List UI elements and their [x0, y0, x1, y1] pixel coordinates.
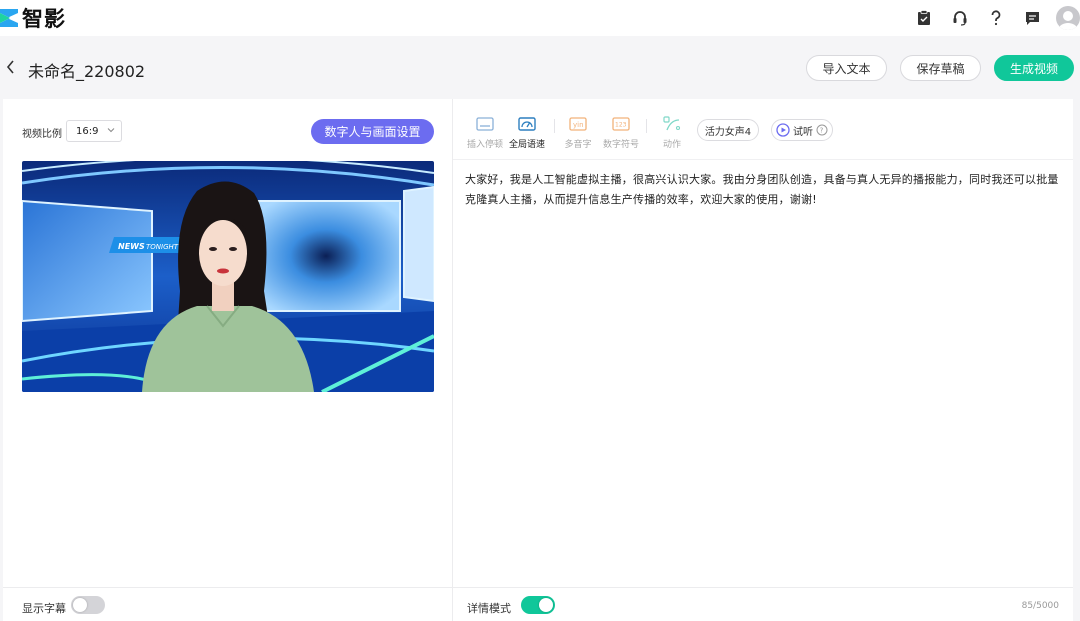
polyphone-tool[interactable]: yin 多音字: [557, 115, 599, 150]
generate-video-button[interactable]: 生成视频: [994, 55, 1074, 81]
subtitle-label: 显示字幕: [22, 602, 66, 615]
listen-label: 试听: [793, 126, 813, 138]
preview-panel: 视频比例 16:9 数字人与画面设置 NEWS TONIGHT 显示字幕: [3, 99, 452, 621]
voice-select-button[interactable]: 活力女声4: [697, 119, 759, 141]
back-button[interactable]: [3, 58, 17, 76]
tool-label: 插入停顿: [466, 140, 503, 150]
ratio-value: 16:9: [76, 125, 99, 137]
project-title[interactable]: 未命名_220802: [28, 58, 145, 82]
detail-mode-label: 详情模式: [467, 602, 511, 615]
ratio-select[interactable]: 16:9: [66, 120, 122, 142]
headset-icon[interactable]: [942, 0, 978, 36]
toolbar-separator: [554, 119, 555, 133]
listen-button[interactable]: 试听 ?: [771, 119, 833, 141]
app-name: 智影: [22, 7, 66, 31]
news-studio-image: NEWS TONIGHT: [22, 161, 434, 392]
speed-gauge-icon: [518, 117, 536, 131]
help-icon[interactable]: [978, 0, 1014, 36]
ratio-label: 视频比例: [22, 129, 62, 140]
toolbar-separator: [646, 119, 647, 133]
tool-label: 动作: [662, 140, 681, 150]
app-logo[interactable]: 智影: [0, 3, 66, 33]
svg-text:123: 123: [615, 122, 627, 129]
avatar-scene-settings-button[interactable]: 数字人与画面设置: [311, 119, 434, 144]
message-icon[interactable]: [1014, 0, 1050, 36]
project-title-bar: 未命名_220802 导入文本 保存草稿 生成视频: [0, 36, 1080, 99]
svg-text:?: ?: [820, 127, 824, 135]
subtitle-toggle[interactable]: [71, 596, 105, 614]
user-avatar[interactable]: [1056, 6, 1080, 30]
save-draft-button[interactable]: 保存草稿: [900, 55, 981, 81]
video-preview[interactable]: NEWS TONIGHT: [22, 161, 434, 392]
zhiying-logo-icon: [0, 9, 18, 27]
action-tool[interactable]: 动作: [651, 115, 693, 150]
polyphone-icon: yin: [569, 117, 587, 131]
chevron-left-icon: [6, 60, 14, 74]
subtitle-bar: 显示字幕: [3, 587, 452, 621]
insert-pause-tool[interactable]: 插入停顿: [464, 115, 506, 150]
import-text-button[interactable]: 导入文本: [806, 55, 887, 81]
action-icon: [663, 116, 681, 131]
app-bar: 智影: [0, 0, 1080, 36]
avatar-icon: [1059, 11, 1077, 30]
global-speed-tool[interactable]: 全局语速: [506, 115, 548, 150]
script-panel: 插入停顿 全局语速 yin 多音字 123 数字符号 动作 活力女声4 试听 ?…: [453, 99, 1073, 621]
tonight-badge: TONIGHT: [146, 243, 179, 251]
detail-mode-bar: 详情模式 85/5000: [453, 587, 1073, 621]
script-editor[interactable]: 大家好，我是人工智能虚拟主播，很高兴认识大家。我由分身团队创造，具备与真人无异的…: [465, 170, 1061, 210]
tool-label: 数字符号: [602, 140, 639, 150]
detail-mode-toggle[interactable]: [521, 596, 555, 614]
number-symbol-icon: 123: [612, 117, 630, 131]
chevron-down-icon: [107, 128, 115, 133]
toggle-knob: [73, 598, 87, 612]
news-badge: NEWS: [118, 242, 145, 251]
tool-label: 多音字: [564, 140, 592, 150]
toolbar-divider: [453, 159, 1073, 160]
number-symbol-tool[interactable]: 123 数字符号: [600, 115, 642, 150]
play-circle-icon: [776, 123, 790, 137]
pause-insert-icon: [476, 117, 494, 131]
clipboard-icon[interactable]: [906, 0, 942, 36]
char-counter: 85/5000: [1021, 601, 1059, 611]
help-circle-icon[interactable]: ?: [816, 124, 828, 136]
svg-text:yin: yin: [573, 121, 584, 129]
toggle-knob: [539, 598, 553, 612]
tool-label: 全局语速: [508, 140, 545, 150]
